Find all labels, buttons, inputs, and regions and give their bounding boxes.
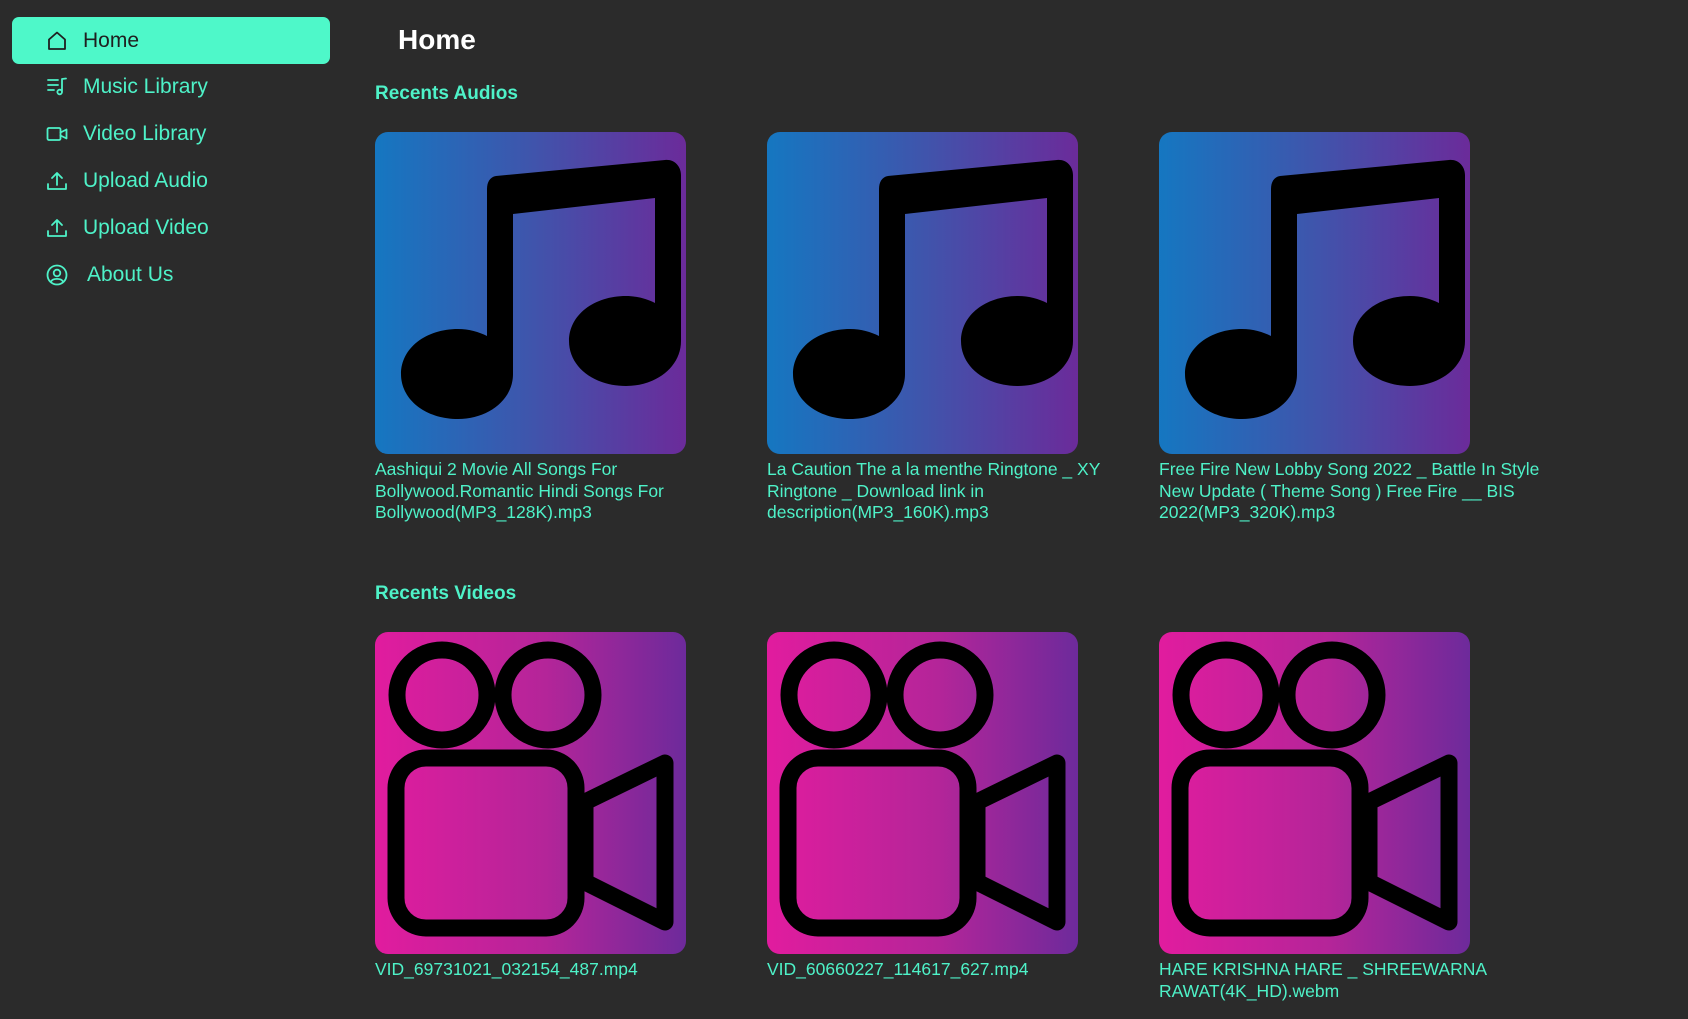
audio-card[interactable]: Aashiqui 2 Movie All Songs For Bollywood…: [375, 132, 720, 524]
sidebar-item-label: Upload Audio: [83, 168, 208, 192]
upload-icon: [44, 168, 70, 194]
video-card[interactable]: VID_60660227_114617_627.mp4: [767, 632, 1112, 981]
audio-title[interactable]: Aashiqui 2 Movie All Songs For Bollywood…: [375, 459, 775, 524]
audio-title[interactable]: La Caution The a la menthe Ringtone _ XY…: [767, 459, 1167, 524]
audio-card[interactable]: La Caution The a la menthe Ringtone _ XY…: [767, 132, 1112, 524]
sidebar-item-label: Upload Video: [83, 215, 209, 239]
music-note-icon: [1185, 159, 1465, 419]
sidebar-item-home[interactable]: Home: [12, 17, 330, 64]
video-title[interactable]: VID_60660227_114617_627.mp4: [767, 959, 1167, 981]
movie-camera-icon: [779, 641, 1066, 937]
video-title[interactable]: HARE KRISHNA HARE _ SHREEWARNA RAWAT(4K_…: [1159, 959, 1519, 1002]
sidebar-item-label: Music Library: [83, 74, 208, 98]
sidebar-item-video-library[interactable]: Video Library: [12, 110, 330, 157]
sidebar-item-music-library[interactable]: Music Library: [12, 63, 330, 110]
sidebar-item-about-us[interactable]: About Us: [12, 251, 330, 298]
video-thumbnail[interactable]: [767, 632, 1078, 954]
music-list-icon: [44, 74, 70, 100]
sidebar-item-upload-audio[interactable]: Upload Audio: [12, 157, 330, 204]
audio-title[interactable]: Free Fire New Lobby Song 2022 _ Battle I…: [1159, 459, 1559, 524]
recent-videos-heading: Recents Videos: [375, 583, 517, 604]
audio-thumbnail[interactable]: [767, 132, 1078, 454]
video-card[interactable]: HARE KRISHNA HARE _ SHREEWARNA RAWAT(4K_…: [1159, 632, 1504, 1002]
sidebar-item-label: Home: [83, 28, 140, 52]
sidebar-item-label: Video Library: [83, 121, 207, 145]
user-circle-icon: [44, 262, 70, 288]
sidebar-item-upload-video[interactable]: Upload Video: [12, 204, 330, 251]
sidebar-item-label: About Us: [87, 262, 174, 286]
video-thumbnail[interactable]: [375, 632, 686, 954]
audio-card[interactable]: Free Fire New Lobby Song 2022 _ Battle I…: [1159, 132, 1539, 524]
recent-audios-heading: Recents Audios: [375, 83, 518, 104]
app-root: Home Music Library Video Library Upload …: [0, 0, 1688, 1019]
music-note-icon: [793, 159, 1073, 419]
page-title: Home: [398, 24, 476, 55]
video-card[interactable]: VID_69731021_032154_487.mp4: [375, 632, 720, 981]
home-icon: [44, 28, 70, 54]
video-thumbnail[interactable]: [1159, 632, 1470, 954]
audio-thumbnail[interactable]: [375, 132, 686, 454]
music-note-icon: [401, 159, 681, 419]
upload-icon: [44, 215, 70, 241]
movie-camera-icon: [1171, 641, 1458, 937]
sidebar: Home Music Library Video Library Upload …: [0, 0, 340, 1019]
video-title[interactable]: VID_69731021_032154_487.mp4: [375, 959, 775, 981]
audio-thumbnail[interactable]: [1159, 132, 1470, 454]
video-camera-icon: [44, 121, 70, 147]
movie-camera-icon: [387, 641, 674, 937]
